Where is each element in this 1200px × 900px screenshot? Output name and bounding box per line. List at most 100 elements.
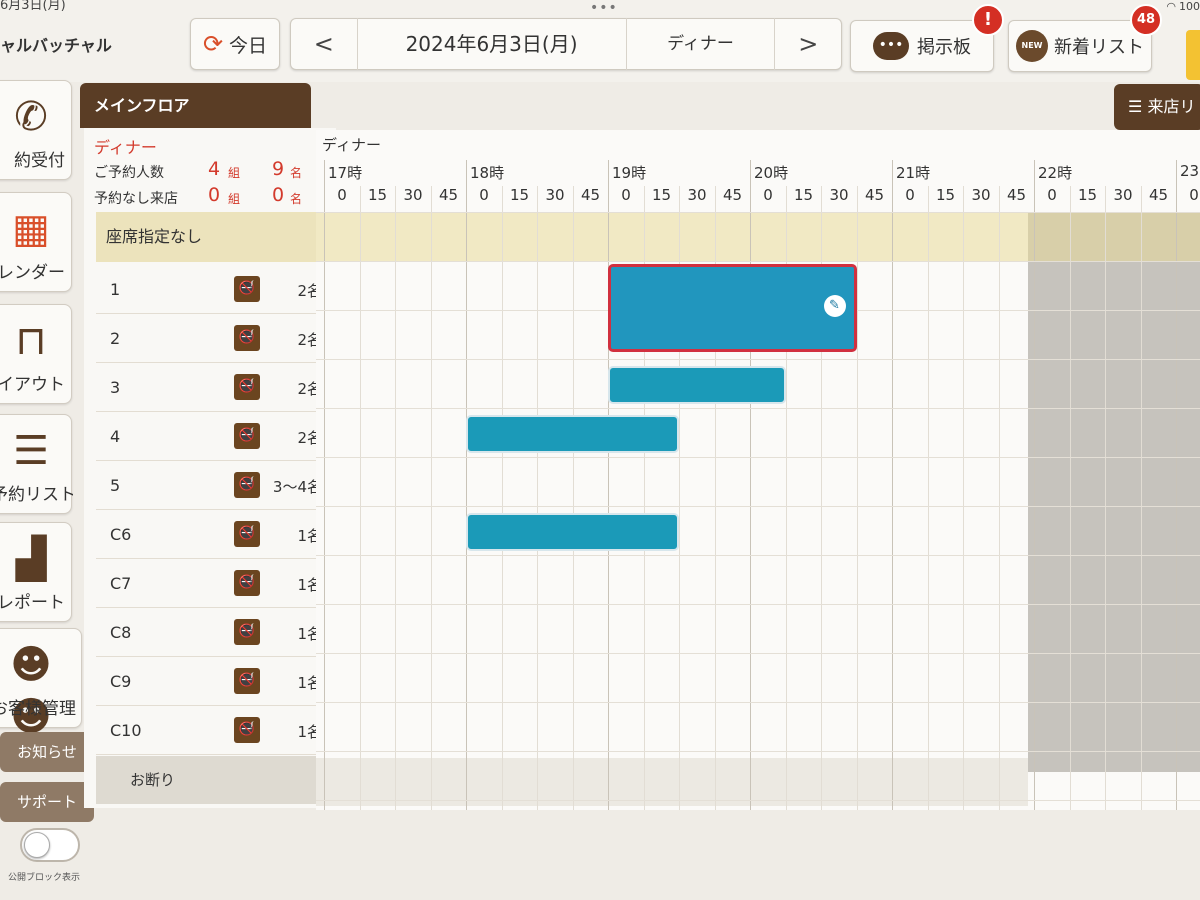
no-seat-band[interactable]: [316, 212, 1028, 262]
table-capacity: 3〜4名: [272, 478, 322, 496]
grid-vline: [750, 160, 751, 810]
reservation-block-selected[interactable]: ✎: [608, 264, 857, 352]
grid-vline: [466, 160, 467, 810]
no-smoking-icon: 🚭: [234, 276, 260, 302]
grid-vline: [430, 186, 432, 810]
table-icon: ⊓: [15, 318, 47, 364]
nav-layout[interactable]: ⊓ イアウト: [0, 304, 72, 404]
reserved-row: ご予約人数 4 組 9 名: [94, 158, 324, 182]
date-label[interactable]: 2024年6月3日(月): [356, 18, 627, 70]
table-row[interactable]: C10 🚭 1名: [96, 707, 328, 755]
table-row[interactable]: 4 🚭 2名: [96, 413, 328, 461]
grid-vline: [395, 186, 396, 810]
table-row[interactable]: C9 🚭 1名: [96, 658, 328, 706]
grid-hline: [316, 800, 1200, 801]
nav-label: レポート: [0, 593, 65, 613]
nav-calendar[interactable]: ▦ レンダー: [0, 192, 72, 292]
meal-period-label[interactable]: ディナー: [627, 18, 776, 70]
table-name: 1: [110, 280, 121, 299]
grid-vline: [324, 160, 325, 810]
no-seat-row[interactable]: 座席指定なし: [96, 212, 328, 262]
minute-label: 45: [580, 186, 601, 204]
calendar-icon: ▦: [12, 206, 50, 252]
new-list-label: 新着リスト: [1054, 37, 1144, 58]
decline-row[interactable]: お断り: [96, 756, 336, 804]
table-row[interactable]: 1 🚭 2名: [96, 266, 328, 314]
hour-label: 19時: [612, 164, 647, 182]
reserved-groups: 4: [208, 158, 221, 180]
minute-label: 30: [403, 186, 423, 204]
table-row[interactable]: 3 🚭 2名: [96, 364, 328, 412]
grid-vline: [537, 186, 538, 810]
tab-main-floor[interactable]: メインフロア: [80, 83, 311, 128]
timeline-grid: ディナー 17時 0 15 30 45 18時 0 15 30 45 19時 0 15 30 45 20時 0 1…: [316, 130, 1200, 810]
bulletin-board-button[interactable]: ••• 掲示板: [850, 20, 994, 72]
grid-vline: [1105, 186, 1106, 810]
hour-label: 18時: [470, 164, 505, 182]
nav-reservation-intake[interactable]: ✆ 約受付: [0, 80, 72, 180]
minute-label: 0: [621, 186, 631, 204]
notice-button[interactable]: お知らせ: [0, 732, 94, 772]
minute-label: 15: [367, 186, 388, 204]
visit-list-button[interactable]: ☰ 来店リ: [1114, 84, 1200, 130]
grid-hline: [316, 604, 1200, 605]
nav-label: 約受付: [14, 151, 65, 171]
chevron-right-icon[interactable]: >: [775, 30, 841, 58]
nav-report[interactable]: ▟ レポート: [0, 522, 72, 622]
reserved-label: ご予約人数: [94, 165, 164, 181]
no-smoking-icon: 🚭: [234, 374, 260, 400]
pencil-icon[interactable]: ✎: [823, 295, 846, 317]
grid-hline: [316, 261, 1200, 262]
public-block-toggle-label: 公開ブロック表示: [8, 873, 81, 883]
bulletin-alert-badge: !: [972, 4, 1004, 36]
reservation-block[interactable]: [466, 513, 679, 551]
nav-reservation-list[interactable]: ☰ 予約リスト: [0, 414, 73, 514]
toggle-knob: [24, 832, 50, 858]
phone-icon: ✆: [14, 94, 48, 140]
group-unit: 組: [228, 166, 241, 180]
grid-vline: [1140, 186, 1142, 810]
table-row[interactable]: C7 🚭 1名: [96, 560, 328, 608]
reservation-block[interactable]: [466, 415, 679, 453]
new-list-button[interactable]: NEW 新着リスト: [1008, 20, 1152, 72]
table-name: 5: [110, 476, 121, 495]
table-row[interactable]: 2 🚭 2名: [96, 315, 328, 363]
no-smoking-icon: 🚭: [234, 668, 260, 694]
minute-label: 15: [1077, 186, 1098, 204]
walkin-groups: 0: [208, 184, 221, 206]
grid-hline: [316, 408, 1200, 409]
chevron-left-icon[interactable]: <: [291, 30, 357, 58]
no-smoking-icon: 🚭: [234, 717, 260, 743]
public-block-toggle[interactable]: [20, 828, 80, 862]
bulletin-board-label: 掲示板: [917, 37, 971, 58]
table-row[interactable]: C6 🚭 1名: [96, 511, 328, 559]
grid-hline: [316, 702, 1200, 703]
minute-label: 30: [829, 186, 849, 204]
support-button[interactable]: サポート: [0, 782, 94, 822]
group-unit: 組: [228, 192, 241, 206]
nav-label: レンダー: [0, 263, 65, 283]
table-name: C8: [110, 623, 132, 642]
hour-label: 17時: [328, 164, 363, 182]
multitask-dots[interactable]: •••: [590, 0, 618, 16]
minute-label: 0: [337, 186, 347, 204]
grid-vline: [963, 186, 964, 810]
minute-label: 45: [1006, 186, 1027, 204]
reservation-block[interactable]: [608, 366, 786, 404]
table-row[interactable]: 5 🚭 3〜4名: [96, 462, 328, 510]
no-smoking-icon: 🚭: [234, 325, 260, 351]
table-name: 2: [110, 329, 121, 348]
table-name: C7: [110, 574, 132, 593]
minute-label: 0: [1047, 186, 1057, 204]
battery-level: 100: [1179, 0, 1200, 13]
decline-band[interactable]: [316, 758, 1028, 806]
side-yellow-button[interactable]: [1186, 30, 1200, 80]
today-button[interactable]: ⟳ 今日: [190, 18, 280, 70]
table-row[interactable]: C8 🚭 1名: [96, 609, 328, 657]
no-smoking-icon: 🚭: [234, 619, 260, 645]
customers-icon: ☻☻: [10, 642, 52, 740]
minute-label: 15: [651, 186, 672, 204]
walkin-row: 予約なし来店 0 組 0 名: [94, 184, 324, 208]
grid-vline: [501, 186, 503, 810]
nav-customers[interactable]: ☻☻ お客様管理: [0, 628, 82, 740]
